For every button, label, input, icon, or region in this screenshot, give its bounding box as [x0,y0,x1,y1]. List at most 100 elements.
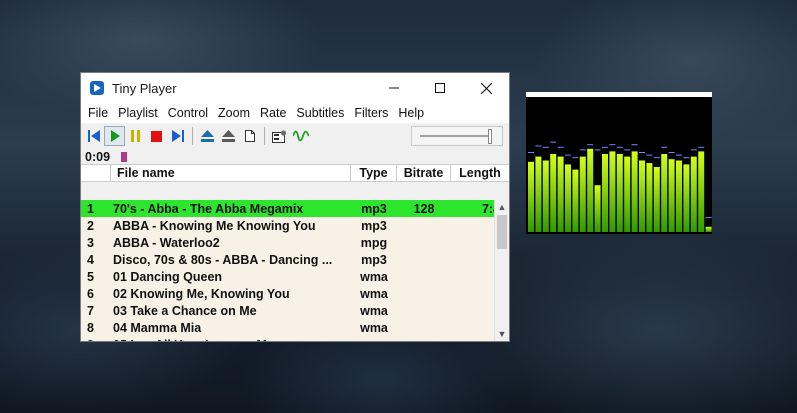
eject-icon [201,130,214,142]
spectrum-bar [572,169,579,232]
toolbar-separator [192,127,193,145]
status-row: 0:09 [81,149,509,164]
waveform-button[interactable] [290,126,311,146]
column-header-length[interactable]: Length [451,165,509,181]
volume-thumb[interactable] [488,129,493,144]
pause-button[interactable] [125,126,146,146]
spectrum-peak [698,146,705,148]
row-number: 3 [87,235,94,250]
playlist-row[interactable]: 5 01 Dancing Queen wma [81,268,509,285]
scroll-up-icon[interactable]: ▲ [495,202,509,212]
playlist-scrollbar[interactable]: ▲ ▼ [494,200,509,341]
next-icon [171,130,184,142]
menu-rate[interactable]: Rate [255,106,291,120]
spectrum-peak [683,157,690,159]
row-file-name: ABBA - Knowing Me Knowing You [113,218,316,233]
window-title: Tiny Player [112,80,177,96]
row-type: wma [360,320,388,335]
spectrum-bar [676,160,682,232]
row-type: wma [360,286,388,301]
minimize-icon [389,87,399,89]
spectrum-peak [639,152,645,153]
seek-position-marker[interactable] [121,151,128,162]
spectrum-bar [528,161,534,232]
next-button[interactable] [167,126,188,146]
previous-button[interactable] [83,126,104,146]
playlist-row[interactable]: 3 ABBA - Waterloo2 mpg [81,234,509,251]
playlist-row[interactable]: 170's - Abba - The Abba Megamixmp31287:4… [81,200,509,217]
playlist-row[interactable]: 8 04 Mamma Mia wma [81,319,509,336]
scroll-down-icon[interactable]: ▼ [495,329,509,339]
volume-track [420,135,488,137]
spectrum-peak [631,144,638,146]
spectrum-peak [661,146,668,148]
row-file-name: ABBA - Waterloo2 [113,235,220,250]
spectrum-peak [557,146,564,148]
column-header-type[interactable]: Type [351,165,397,181]
spectrum-visualizer-window[interactable] [526,92,712,234]
playlist-row[interactable]: 6 02 Knowing Me, Knowing You wma [81,285,509,302]
column-header-file-name[interactable]: File name [111,165,351,181]
column-header-number[interactable] [81,165,111,181]
spectrum-peak [690,149,697,151]
playlist-row[interactable]: 2 ABBA - Knowing Me Knowing You mp3 [81,217,509,234]
visualizer-title-strip [526,92,712,97]
spectrum-peak [572,157,579,159]
scroll-thumb[interactable] [497,215,507,249]
spectrum-peak [705,217,712,218]
spectrum-bar [542,160,549,232]
maximize-button[interactable] [417,73,463,103]
column-header-bitrate[interactable]: Bitrate [397,165,451,181]
settings-button[interactable] [269,126,290,146]
row-number: 5 [87,269,94,284]
spectrum-bar [616,154,623,232]
volume-slider[interactable] [411,126,503,146]
close-button[interactable] [463,73,509,103]
row-type: mpg [360,235,388,250]
spectrum-peak [587,144,594,146]
spectrum-peak [579,149,586,151]
new-document-icon [244,130,255,142]
menu-zoom[interactable]: Zoom [213,106,255,120]
pause-icon [130,130,140,142]
menu-file[interactable]: File [83,106,113,120]
open-icon [222,130,235,142]
play-button[interactable] [104,126,125,146]
row-file-name: 04 Mamma Mia [113,320,202,335]
spectrum-visualizer [528,141,712,232]
playlist-row[interactable]: 4 Disco, 70s & 80s - ABBA - Dancing ... mp… [81,251,509,268]
menu-bar: File Playlist Control Zoom Rate Subtitle… [81,103,509,123]
stop-button[interactable] [146,126,167,146]
menu-filters[interactable]: Filters [349,106,393,120]
spectrum-peak [616,146,623,148]
elapsed-time: 0:09 [85,149,111,164]
menu-control[interactable]: Control [163,106,213,120]
menu-help[interactable]: Help [393,106,429,120]
playlist-row[interactable]: 905 Lay All Your Love on Mewma [81,336,509,342]
spectrum-bar [565,164,571,232]
previous-icon [87,130,100,142]
spectrum-peak [602,146,608,148]
title-bar[interactable]: Tiny Player [81,73,509,103]
maximize-icon [435,83,445,93]
spectrum-peak [653,157,660,159]
minimize-button[interactable] [371,73,417,103]
new-document-button[interactable] [239,126,260,146]
stop-icon [151,130,162,142]
row-number: 1 [87,201,94,216]
open-button[interactable] [218,126,239,146]
toolbar [81,123,509,149]
menu-subtitles[interactable]: Subtitles [291,106,349,120]
spectrum-bar [705,226,712,232]
eject-button[interactable] [197,126,218,146]
spectrum-peak [624,149,631,151]
menu-playlist[interactable]: Playlist [113,106,163,120]
spectrum-bar [698,151,705,232]
spectrum-bar [668,159,675,232]
playlist-row[interactable]: 7 03 Take a Chance on Me wma [81,302,509,319]
row-file-name: 01 Dancing Queen [113,269,223,284]
spectrum-peak [565,154,571,156]
app-icon [90,81,104,95]
row-type: wma [351,338,397,342]
spectrum-bar [690,156,697,232]
